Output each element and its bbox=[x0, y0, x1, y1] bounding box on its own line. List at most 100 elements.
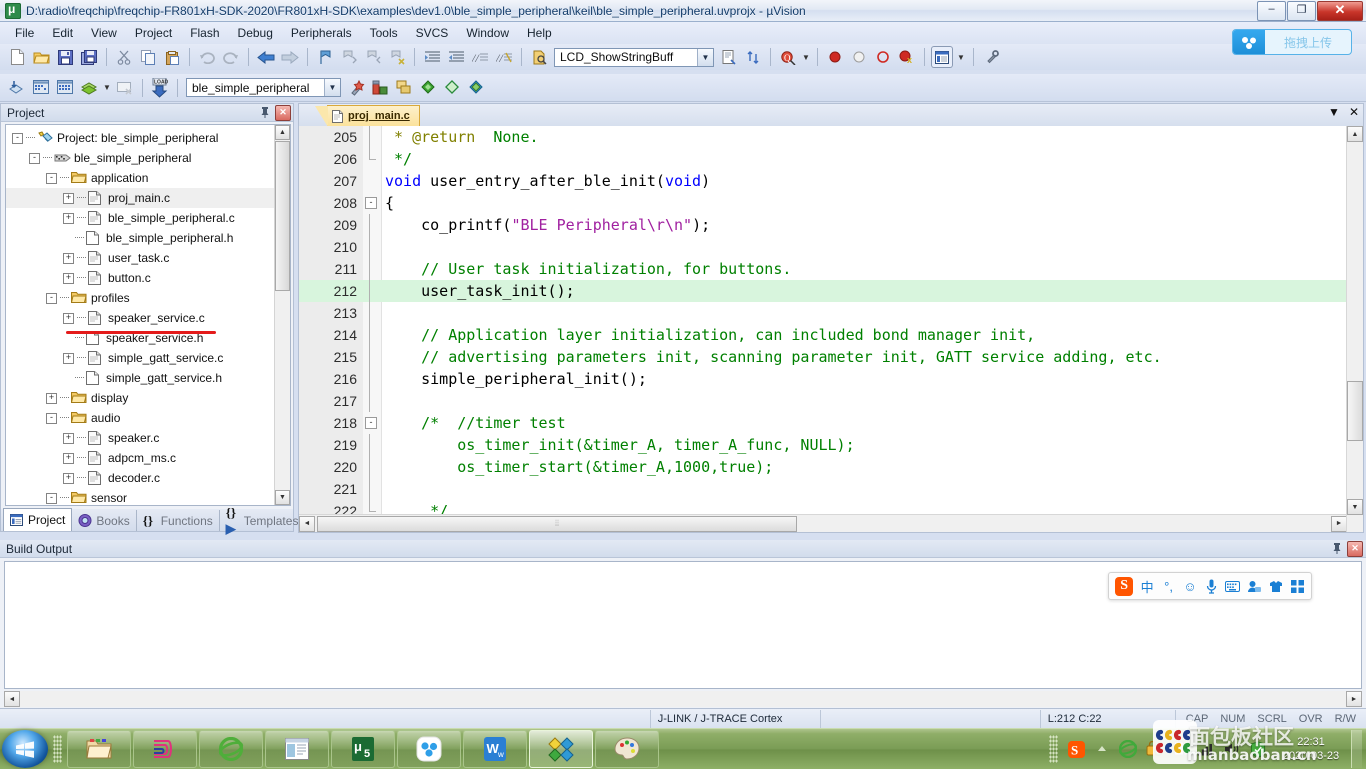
menu-item-view[interactable]: View bbox=[82, 23, 126, 43]
code-area[interactable]: 205 * @return None. 206 */207 void user_en… bbox=[299, 126, 1363, 532]
menu-item-peripherals[interactable]: Peripherals bbox=[282, 23, 361, 43]
expand-icon[interactable]: + bbox=[63, 272, 74, 284]
code-line[interactable]: 210 bbox=[299, 236, 1347, 258]
menu-item-project[interactable]: Project bbox=[126, 23, 181, 43]
multi-project-icon[interactable] bbox=[393, 77, 415, 99]
scroll-left-button[interactable]: ◄ bbox=[4, 691, 20, 707]
navigate-back-icon[interactable] bbox=[255, 46, 277, 68]
maximize-button[interactable]: ❐ bbox=[1287, 0, 1316, 21]
scroll-left-button[interactable]: ◄ bbox=[299, 515, 315, 532]
ime-keyboard-icon[interactable] bbox=[1225, 580, 1241, 592]
ime-emoji-icon[interactable]: ☺ bbox=[1182, 579, 1197, 594]
find-in-files-icon[interactable] bbox=[528, 46, 550, 68]
explorer-task[interactable] bbox=[67, 730, 131, 768]
cut-icon[interactable] bbox=[113, 46, 135, 68]
menu-item-svcs[interactable]: SVCS bbox=[407, 23, 458, 43]
expand-icon[interactable]: + bbox=[63, 452, 74, 464]
redo-icon[interactable] bbox=[220, 46, 242, 68]
tree-item[interactable]: + speaker.c bbox=[6, 428, 274, 448]
stop-build-icon[interactable] bbox=[114, 77, 136, 99]
tree-item[interactable]: + simple_gatt_service.c bbox=[6, 348, 274, 368]
uncomment-icon[interactable]: // bbox=[493, 46, 515, 68]
tree-item[interactable]: + user_task.c bbox=[6, 248, 274, 268]
new-file-icon[interactable] bbox=[6, 46, 28, 68]
network-icon[interactable] bbox=[1195, 738, 1217, 760]
batch-build-icon[interactable] bbox=[78, 77, 100, 99]
panel-tab-books[interactable]: Books bbox=[72, 510, 137, 531]
project-window-dropdown-icon[interactable]: ▼ bbox=[955, 46, 967, 68]
scroll-right-button[interactable]: ► bbox=[1346, 691, 1362, 707]
panel-tab-functions[interactable]: {} Functions bbox=[137, 510, 220, 531]
expand-icon[interactable]: + bbox=[63, 212, 74, 224]
tree-item[interactable]: + adpcm_ms.c bbox=[6, 448, 274, 468]
keil-task[interactable] bbox=[529, 730, 593, 768]
target-combo[interactable]: LCD_ShowStringBuff ▼ bbox=[554, 47, 714, 67]
vscroll-thumb[interactable] bbox=[1347, 381, 1363, 441]
download-icon[interactable]: LOAD bbox=[149, 77, 171, 99]
find-next-icon[interactable]: Q bbox=[777, 46, 799, 68]
code-line[interactable]: 219 os_timer_init(&timer_A, timer_A_func… bbox=[299, 434, 1347, 456]
close-button[interactable]: ✕ bbox=[1317, 0, 1363, 21]
ime-mic-icon[interactable] bbox=[1204, 579, 1219, 594]
ime-punctuation-toggle[interactable]: °, bbox=[1161, 579, 1176, 594]
copy-icon[interactable] bbox=[137, 46, 159, 68]
editor-tab-proj-main[interactable]: proj_main.c bbox=[315, 105, 420, 127]
editor-vertical-scrollbar[interactable]: ▲ ▼ bbox=[1346, 126, 1363, 532]
code-line[interactable]: 205 * @return None. bbox=[299, 126, 1347, 148]
open-file-icon[interactable] bbox=[30, 46, 52, 68]
close-icon[interactable]: ✕ bbox=[1347, 540, 1363, 557]
expand-icon[interactable]: + bbox=[63, 352, 74, 364]
tree-item[interactable]: + ble_simple_peripheral.c bbox=[6, 208, 274, 228]
code-lines[interactable]: 205 * @return None. 206 */207 void user_en… bbox=[299, 126, 1347, 520]
devices-icon[interactable] bbox=[1169, 738, 1191, 760]
minimize-button[interactable]: – bbox=[1257, 0, 1286, 21]
scroll-up-button[interactable]: ▲ bbox=[275, 125, 290, 140]
tree-item[interactable]: - ble_simple_peripheral bbox=[6, 148, 274, 168]
windows-start-icon[interactable] bbox=[2, 730, 48, 768]
code-line[interactable]: 209 co_printf("BLE Peripheral\r\n"); bbox=[299, 214, 1347, 236]
scroll-down-button[interactable]: ▼ bbox=[1347, 499, 1363, 515]
scroll-thumb[interactable] bbox=[275, 141, 290, 291]
taskbar-clock[interactable]: 22:31 2020-03-23 bbox=[1275, 735, 1347, 763]
window-task[interactable] bbox=[265, 730, 329, 768]
netdisk-task[interactable] bbox=[397, 730, 461, 768]
tree-item[interactable]: - sensor bbox=[6, 488, 274, 505]
code-line[interactable]: 216 simple_peripheral_init(); bbox=[299, 368, 1347, 390]
manage-components-icon[interactable] bbox=[369, 77, 391, 99]
taskbar-grip[interactable] bbox=[53, 735, 62, 763]
volume-icon[interactable] bbox=[1221, 738, 1243, 760]
disable-breakpoint-icon[interactable] bbox=[848, 46, 870, 68]
code-line[interactable]: 212 user_task_init(); bbox=[299, 280, 1347, 302]
expand-icon[interactable]: + bbox=[63, 252, 74, 264]
scroll-down-button[interactable]: ▼ bbox=[275, 490, 290, 505]
pack-installer-alt-icon[interactable] bbox=[465, 77, 487, 99]
navigate-forward-icon[interactable] bbox=[279, 46, 301, 68]
ie-icon[interactable] bbox=[1117, 738, 1139, 760]
collapse-icon[interactable]: - bbox=[46, 172, 57, 184]
tree-item[interactable]: ble_simple_peripheral.h bbox=[6, 228, 274, 248]
incremental-find-icon[interactable] bbox=[742, 46, 764, 68]
code-line[interactable]: 206 */ bbox=[299, 148, 1347, 170]
tab-close-icon[interactable]: ✕ bbox=[1349, 106, 1359, 118]
code-line[interactable]: 208-{ bbox=[299, 192, 1347, 214]
menu-item-flash[interactable]: Flash bbox=[181, 23, 228, 43]
tree-item[interactable]: + display bbox=[6, 388, 274, 408]
indent-icon[interactable] bbox=[421, 46, 443, 68]
fold-toggle-icon[interactable]: - bbox=[365, 417, 377, 429]
ime-toolbar[interactable]: S 中 °, ☺ bbox=[1108, 572, 1312, 600]
baidu-upload-widget[interactable]: 拖拽上传 bbox=[1232, 29, 1352, 55]
wps-task[interactable]: Ww bbox=[463, 730, 527, 768]
editor-horizontal-scrollbar[interactable]: ◄ ⦙⦙ ► bbox=[299, 514, 1347, 532]
scroll-right-button[interactable]: ► bbox=[1331, 515, 1347, 532]
project-combo[interactable]: ble_simple_peripheral ▼ bbox=[186, 78, 341, 97]
expand-icon[interactable]: + bbox=[63, 472, 74, 484]
fold-toggle-icon[interactable]: - bbox=[365, 197, 377, 209]
rebuild-icon[interactable] bbox=[54, 77, 76, 99]
collapse-icon[interactable]: - bbox=[46, 292, 57, 304]
tool-task[interactable] bbox=[133, 730, 197, 768]
close-icon[interactable]: ✕ bbox=[275, 104, 291, 121]
undo-icon[interactable] bbox=[196, 46, 218, 68]
build-icon[interactable] bbox=[30, 77, 52, 99]
outdent-icon[interactable] bbox=[445, 46, 467, 68]
ime-mode-chinese[interactable]: 中 bbox=[1139, 577, 1154, 596]
